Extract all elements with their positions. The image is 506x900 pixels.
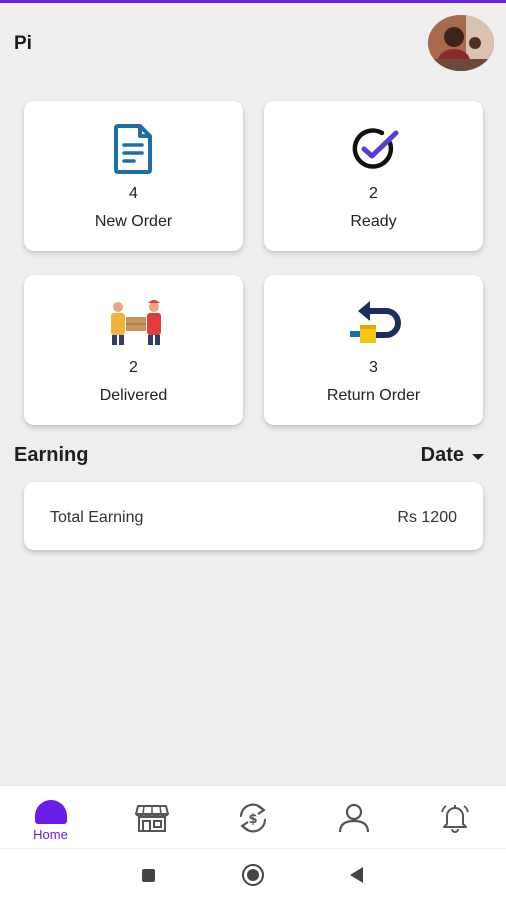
recent-apps-button[interactable]: [142, 869, 155, 882]
nav-exchange[interactable]: $: [202, 786, 303, 849]
total-earning-card: Total Earning Rs 1200: [24, 482, 483, 550]
svg-text:$: $: [248, 812, 257, 827]
nav-notifications[interactable]: [404, 786, 505, 849]
earning-title: Earning: [14, 444, 89, 466]
delivery-icon: [106, 297, 162, 349]
store-icon: [134, 804, 169, 832]
total-earning-value: Rs 1200: [397, 509, 457, 526]
return-order-label: Return Order: [326, 387, 421, 404]
user-name: Pi: [14, 33, 32, 54]
return-order-card[interactable]: 3 Return Order: [264, 275, 483, 425]
back-button[interactable]: [350, 867, 363, 883]
bottom-navigation: Home $: [0, 785, 506, 848]
delivered-card[interactable]: 2 Delivered: [24, 275, 243, 425]
return-order-count: 3: [369, 359, 378, 376]
exchange-icon: $: [239, 803, 266, 832]
delivered-count: 2: [129, 359, 138, 376]
ready-label: Ready: [350, 213, 397, 230]
check-circle-icon: [346, 123, 402, 175]
nav-home[interactable]: Home: [0, 786, 101, 849]
nav-store[interactable]: [101, 786, 202, 849]
delivered-label: Delivered: [99, 387, 168, 404]
new-order-count: 4: [129, 185, 138, 202]
caret-down-icon: [472, 453, 484, 460]
nav-home-label: Home: [33, 826, 68, 842]
return-box-icon: [346, 297, 402, 349]
date-filter-label: Date: [420, 444, 464, 466]
avatar[interactable]: [428, 15, 494, 71]
nav-profile[interactable]: [303, 786, 404, 849]
bell-icon: [440, 804, 469, 833]
date-filter-dropdown[interactable]: Date: [421, 444, 484, 467]
header: Pi: [0, 3, 506, 83]
home-dot-icon: [247, 869, 259, 881]
ready-count: 2: [369, 185, 378, 202]
new-order-label: New Order: [94, 213, 173, 230]
system-navigation-bar: [0, 848, 506, 900]
document-icon: [106, 123, 162, 175]
ready-card[interactable]: 2 Ready: [264, 101, 483, 251]
total-earning-label: Total Earning: [50, 509, 144, 526]
profile-icon: [338, 803, 369, 832]
new-order-card[interactable]: 4 New Order: [24, 101, 243, 251]
home-system-button[interactable]: [242, 864, 264, 886]
home-icon: [34, 799, 67, 824]
